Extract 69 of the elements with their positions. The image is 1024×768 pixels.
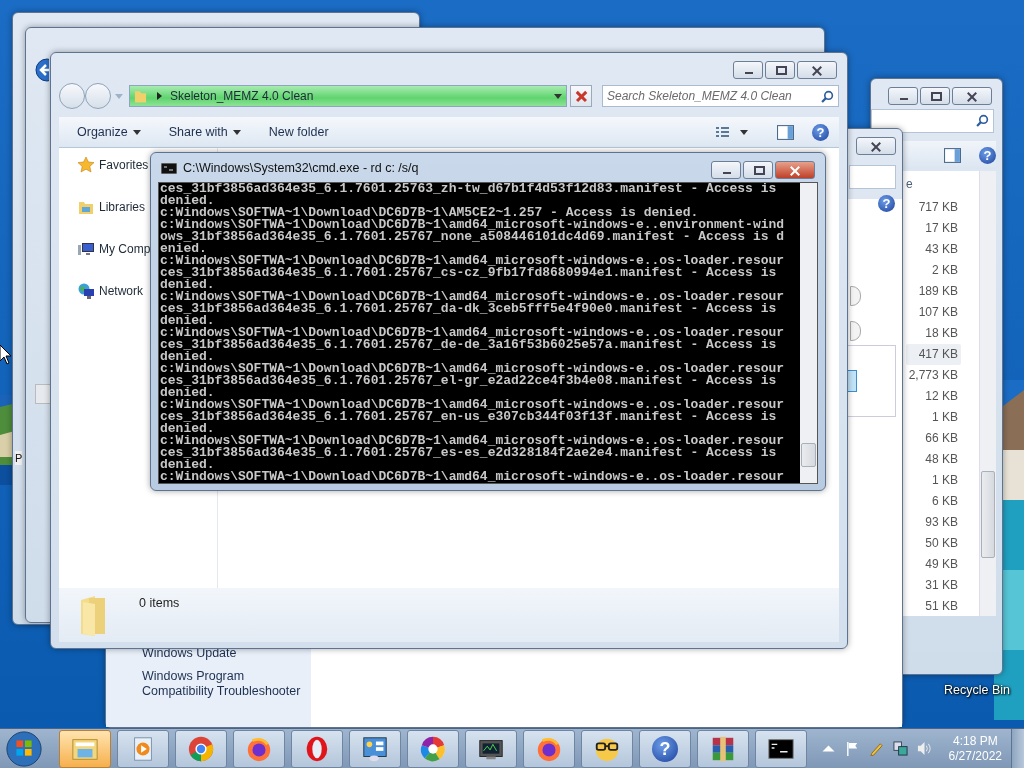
console-line: c:Windows\SOFTWA~1\Download\DC6D7B~1\amd64_microsoft-windows-e..os-loader.resour [160,435,786,447]
size-cell-text: 189 KB [917,283,959,300]
console-line: c:Windows\SOFTWA~1\Download\DC6D7B~1\amd64_microsoft-windows-e..os-loader.resour [160,471,786,483]
toolbar-button[interactable]: Organize [69,122,149,142]
size-cell-text: 1 KB [931,409,959,426]
size-cell-text: 6 KB [931,493,959,510]
size-cell-text: 66 KB [924,430,959,447]
console-line: enied. [160,243,207,255]
console-line: ces_31bf3856ad364e35_6.1.7601.25767_el-gr_e2ad22ce4f3b4e08.manifest - Access is [160,375,777,387]
size-cell-text: 43 KB [924,241,959,258]
console-line: denied. [160,315,215,327]
help-icon: ? [652,735,678,762]
console-line: c:Windows\SOFTWA~1\Download\DC6D7B~1\amd64_microsoft-windows-e..os-loader.resour [160,255,786,267]
size-cell-text: 18 KB [924,325,959,342]
console-line: ows_31bf3856ad364e35_6.1.7601.25767_none_a508446101dc4d69.manifest - Access is d [160,231,786,243]
search-field[interactable]: Search Skeleton_MEMZ 4.0 Clean [602,85,839,107]
toolbar-button[interactable]: New folder [260,122,337,142]
console-line: denied. [160,351,215,363]
console-line: c:Windows\SOFTWA~1\Download\DC6D7B~1\AM5CE2~1.257 - Access is denied. [160,207,699,219]
size-cell-text: 50 KB [924,535,959,552]
address-path: Skeleton_MEMZ 4.0 Clean [170,89,315,103]
address-bar[interactable]: Skeleton_MEMZ 4.0 Clean [129,85,567,107]
console-line: denied. [160,195,215,207]
console-line: c:Windows\SOFTWA~1\Download\DC6D7B~1\amd64_microsoft-windows-e..os-loader.resour [160,327,786,339]
clock-date: 6/27/2022 [948,748,1002,764]
button-label[interactable]: P [15,451,23,465]
size-cell-text: 107 KB [917,304,959,321]
size-cell: 417 KB [906,344,961,365]
item-count: 0 items [139,596,180,610]
sidebar-link[interactable]: Windows Update [142,646,301,661]
nav-item[interactable]: Favorites [78,154,149,176]
help-icon[interactable]: ? [812,123,829,141]
size-cell-text: 31 KB [924,577,959,594]
column-header[interactable]: e [906,177,914,197]
sidebar-link[interactable]: Windows Program Compatibility Troubleshooter [142,669,301,699]
console-line: c:Windows\SOFTWA~1\Download\DC6D7B~1\amd64_microsoft-windows-e..os-loader.resour [160,363,786,375]
console-line: denied. [160,387,215,399]
size-cell-text: 717 KB [917,199,959,216]
console-line: denied. [160,279,215,291]
console-line: ces_31bf3856ad364e35_6.1.7601.25767_de-de_3a16f53b6025e57a.manifest - Access is [160,339,777,351]
nav-item[interactable]: Libraries [78,196,146,218]
help-icon[interactable]: ? [878,195,895,212]
size-cell-text: 12 KB [924,388,959,405]
size-cell-text: 48 KB [924,451,959,468]
nav-item[interactable]: Network [78,280,143,302]
console-line: c:Windows\SOFTWA~1\Download\DC6D7B~1\amd64_microsoft-windows-e..os-loader.resour [160,399,786,411]
clock-time: 4:18 PM [952,733,998,749]
size-cell-text: 2,773 KB [907,367,959,384]
console-line: ces_31bf3856ad364e35_6.1.7601.25767_en-us_e307cb344f03f13f.manifest - Access is [160,411,777,423]
size-cell-text: 51 KB [924,598,959,615]
console-line: denied. [160,423,215,435]
nav-item[interactable]: My Comp [78,238,151,260]
console-line: c:Windows\SOFTWA~1\Download\DC6D7B~1\amd64_microsoft-windows-e..os-loader.resour [160,291,786,303]
size-cell-text: 49 KB [924,556,959,573]
size-cell-text: 1 KB [931,472,959,489]
console-line: ces_31bf3856ad364e35_6.1.7601.25763_zh-tw_d67b1f4d53f12d83.manifest - Access is [160,183,778,195]
console-line: denied. [160,459,215,471]
console-line: ces_31bf3856ad364e35_6.1.7601.25767_es-es_e2d328184f2ae2e4.manifest - Access is [160,447,777,459]
console-line: c:Windows\SOFTWA~1\Download\DC6D7B~1\amd64_microsoft-windows-e..environment-wind [160,219,786,231]
size-cell-text: 2 KB [931,262,959,279]
window-title: C:\Windows\System32\cmd.exe - rd c: /s/q [183,161,419,175]
taskbar-button[interactable]: ? [639,729,691,768]
console-line: ces_31bf3856ad364e35_6.1.7601.25767_da-dk_3ceb5fff5e4f90e0.manifest - Access is [160,303,777,315]
size-cell-text: 93 KB [924,514,959,531]
toolbar-button[interactable]: Share with [160,122,249,142]
desktop-icon-label[interactable]: Recycle Bin [944,683,1010,697]
help-icon[interactable]: ? [979,146,996,164]
console-line: ces_31bf3856ad364e35_6.1.7601.25767_cs-cz_9fb17fd8680994e1.manifest - Access is [160,267,777,279]
size-cell-text: 17 KB [924,220,959,237]
